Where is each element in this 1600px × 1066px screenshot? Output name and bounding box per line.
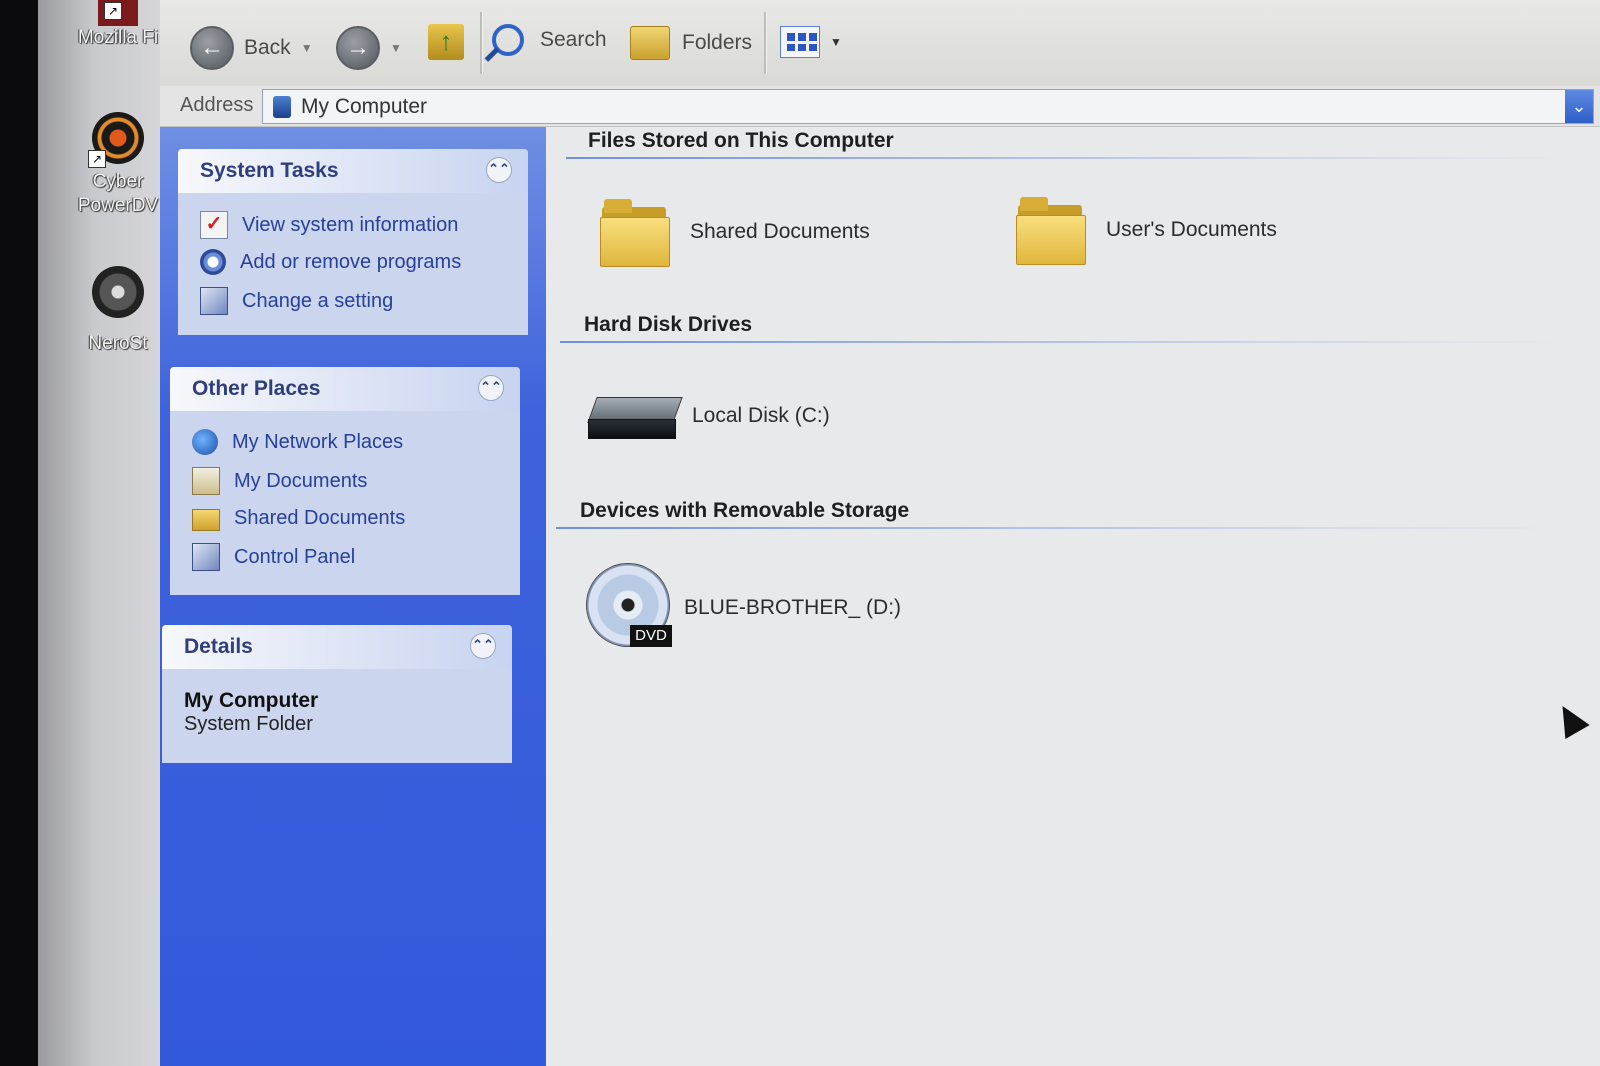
place-label: Control Panel [234, 545, 356, 568]
folders-icon [630, 26, 670, 60]
address-label: Address [180, 94, 254, 116]
item-label: User's Documents [1106, 218, 1277, 241]
item-users-documents[interactable]: User's Documents [1016, 197, 1277, 265]
desktop-background: ↗ Mozilla Fi ↗ Cyber PowerDV NeroSt [38, 0, 178, 1066]
item-label: BLUE-BROTHER_ (D:) [684, 596, 902, 619]
place-label: My Network Places [232, 430, 404, 453]
search-label: Search [540, 28, 607, 51]
back-dropdown-icon[interactable]: ▼ [301, 41, 313, 55]
system-info-icon: ✓ [200, 211, 228, 239]
task-view-system-information[interactable]: ✓ View system information [200, 211, 458, 239]
views-icon [780, 26, 820, 58]
desktop-shortcut-label: Cyber PowerDV [77, 171, 159, 216]
details-panel: Details ⌃⌃ My Computer System Folder [162, 625, 512, 763]
details-header[interactable]: Details ⌃⌃ [162, 625, 512, 669]
other-places-header[interactable]: Other Places ⌃⌃ [170, 367, 520, 411]
address-value: My Computer [301, 94, 428, 118]
search-icon [484, 24, 524, 62]
address-field[interactable]: My Computer ⌄ [262, 89, 1594, 124]
item-label: Shared Documents [690, 220, 870, 243]
details-type: System Folder [184, 713, 313, 735]
documents-icon [192, 467, 220, 495]
panel-title: System Tasks [200, 159, 339, 182]
collapse-chevron-icon[interactable]: ⌃⌃ [486, 157, 512, 183]
folder-icon [600, 199, 670, 267]
forward-dropdown-icon[interactable]: ▼ [390, 41, 402, 55]
back-arrow-icon: ← [190, 26, 234, 70]
item-local-disk-c[interactable]: Local Disk (C:) [587, 391, 830, 441]
views-button[interactable]: ▼ [780, 26, 842, 58]
item-dvd-drive-d[interactable]: DVD BLUE-BROTHER_ (D:) [586, 563, 901, 653]
folder-icon [1016, 197, 1086, 265]
task-change-setting[interactable]: Change a setting [200, 287, 393, 315]
search-button[interactable]: Search [484, 24, 607, 62]
network-icon [192, 429, 218, 455]
firefox-icon: ↗ [98, 0, 138, 26]
task-label: Add or remove programs [240, 250, 462, 273]
my-computer-icon [273, 95, 291, 118]
place-control-panel[interactable]: Control Panel [192, 543, 355, 571]
control-panel-icon [200, 287, 228, 315]
address-dropdown-icon[interactable]: ⌄ [1565, 90, 1593, 123]
panel-title: Details [184, 635, 253, 658]
back-label: Back [244, 36, 291, 59]
task-label: View system information [242, 213, 459, 236]
forward-arrow-icon: → [336, 26, 380, 70]
task-add-remove-programs[interactable]: Add or remove programs [200, 249, 461, 275]
control-panel-icon [192, 543, 220, 571]
details-body: My Computer System Folder [184, 689, 318, 736]
address-bar: Address My Computer ⌄ [160, 86, 1600, 127]
place-label: My Documents [234, 469, 368, 492]
details-name: My Computer [184, 689, 319, 712]
panel-title: Other Places [192, 377, 321, 400]
place-label: Shared Documents [234, 506, 406, 529]
group-title-files-stored: Files Stored on This Computer [588, 129, 894, 152]
other-places-panel: Other Places ⌃⌃ My Network Places My Doc… [170, 367, 520, 595]
forward-button[interactable]: → ▼ [336, 26, 402, 70]
group-divider [556, 527, 1556, 529]
group-divider [560, 341, 1560, 343]
place-my-network-places[interactable]: My Network Places [192, 429, 403, 455]
up-folder-icon: ↑ [428, 24, 464, 60]
dvd-drive-icon: DVD [586, 563, 676, 653]
group-divider [566, 157, 1566, 159]
toolbar: ← Back ▼ → ▼ ↑ Search Folders ▼ [160, 0, 1600, 87]
views-dropdown-icon[interactable]: ▼ [830, 35, 842, 49]
content-area: Files Stored on This Computer Shared Doc… [546, 127, 1600, 1066]
collapse-chevron-icon[interactable]: ⌃⌃ [470, 633, 496, 659]
folder-icon [192, 509, 220, 531]
nero-icon [92, 266, 144, 318]
system-tasks-header[interactable]: System Tasks ⌃⌃ [178, 149, 528, 193]
group-title-removable-storage: Devices with Removable Storage [580, 499, 910, 522]
place-my-documents[interactable]: My Documents [192, 467, 367, 495]
powerdvd-icon: ↗ [88, 112, 144, 168]
item-label: Local Disk (C:) [692, 404, 830, 427]
system-tasks-panel: System Tasks ⌃⌃ ✓ View system informatio… [178, 149, 528, 335]
task-label: Change a setting [242, 289, 394, 312]
item-shared-documents[interactable]: Shared Documents [600, 199, 870, 267]
collapse-chevron-icon[interactable]: ⌃⌃ [478, 375, 504, 401]
dvd-badge: DVD [630, 625, 672, 647]
folders-label: Folders [682, 31, 753, 54]
toolbar-separator [480, 12, 483, 74]
group-title-hard-disk-drives: Hard Disk Drives [584, 313, 753, 336]
place-shared-documents[interactable]: Shared Documents [192, 505, 405, 531]
toolbar-separator [764, 12, 767, 74]
back-button[interactable]: ← Back ▼ [190, 26, 313, 70]
up-folder-button[interactable]: ↑ [428, 24, 464, 60]
explorer-window: ← Back ▼ → ▼ ↑ Search Folders ▼ Address … [160, 0, 1600, 1066]
task-pane: System Tasks ⌃⌃ ✓ View system informatio… [160, 127, 546, 1066]
add-remove-icon [200, 249, 226, 275]
hard-disk-icon [587, 391, 683, 441]
folders-button[interactable]: Folders [630, 26, 752, 60]
